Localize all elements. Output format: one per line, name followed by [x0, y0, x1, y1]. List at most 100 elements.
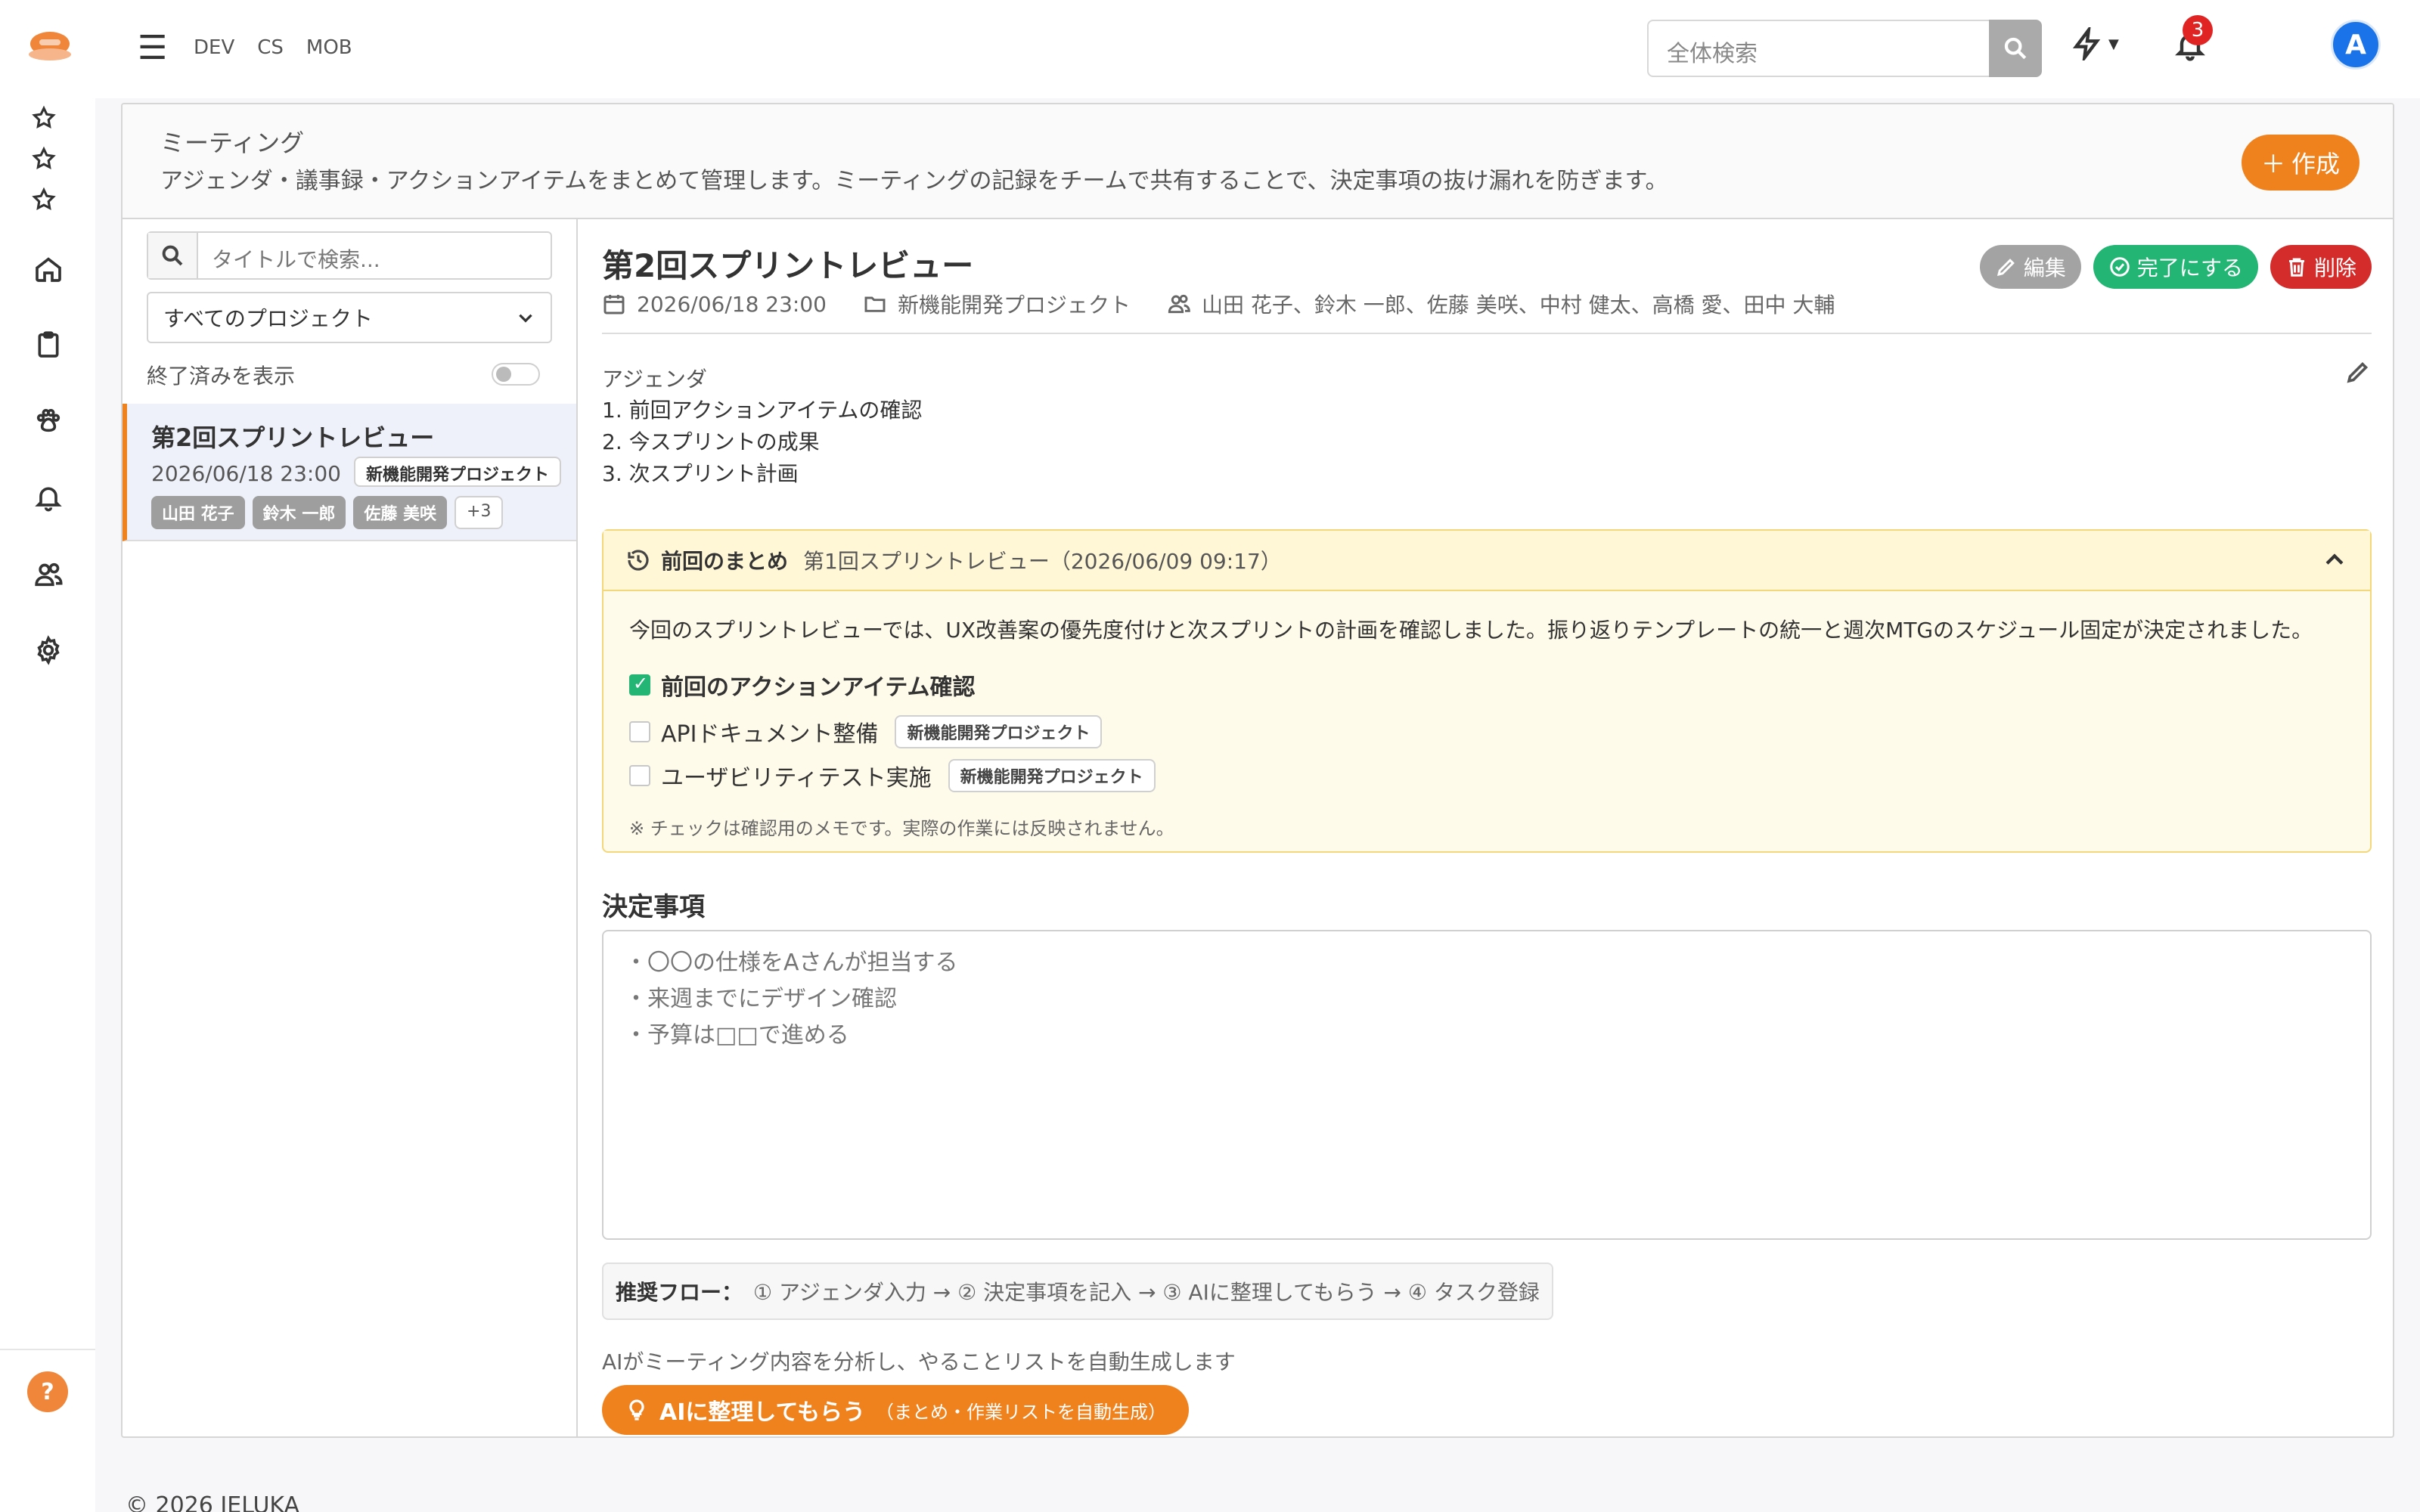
list-item-title: 第2回スプリントレビュー	[151, 423, 435, 452]
previous-summary-header[interactable]: 前回のまとめ 第1回スプリントレビュー（2026/06/09 09:17）	[603, 531, 2370, 591]
clipboard-icon[interactable]	[30, 327, 67, 363]
checkbox[interactable]	[629, 765, 650, 786]
home-icon[interactable]	[30, 251, 67, 287]
list-item-date: 2026/06/18 23:00	[151, 461, 341, 486]
participant-tag: 山田 花子	[151, 496, 245, 529]
decisions-textarea[interactable]: ・〇〇の仕様をAさんが担当する ・来週までにデザイン確認 ・予算は□□で進める	[602, 930, 2372, 1240]
global-search-input[interactable]: 全体検索	[1647, 20, 1990, 77]
list-search-input[interactable]: タイトルで検索...	[198, 233, 394, 278]
paw-icon[interactable]	[30, 402, 67, 438]
checklist-item-label: ユーザビリティテスト実施	[661, 765, 932, 792]
agenda-list: 1. 前回アクションアイテムの確認 2. 今スプリントの成果 3. 次スプリント…	[602, 395, 922, 490]
rail-divider	[0, 1349, 95, 1350]
list-item[interactable]: 第2回スプリントレビュー 2026/06/18 23:00 新機能開発プロジェク…	[123, 404, 576, 541]
checklist-item-label: APIドキュメント整備	[661, 721, 879, 748]
agenda-label: アジェンダ	[602, 367, 707, 392]
bell-icon[interactable]	[30, 479, 67, 516]
pencil-icon	[2347, 361, 2369, 383]
page-description: アジェンダ・議事録・アクションアイテムをまとめて管理します。ミーティングの記録を…	[160, 168, 1668, 194]
list-search[interactable]: タイトルで検索...	[147, 231, 552, 280]
trash-icon	[2288, 258, 2304, 277]
help-button[interactable]: ?	[27, 1371, 68, 1412]
participant-tag: 佐藤 美咲	[353, 496, 448, 529]
project-filter-value: すべてのプロジェクト	[163, 306, 373, 331]
meeting-participants: 山田 花子、鈴木 一郎、佐藤 美咲、中村 健太、高橋 愛、田中 大輔	[1202, 293, 1835, 318]
divider	[602, 333, 2372, 334]
edit-button[interactable]: 編集	[1979, 245, 2081, 289]
env-links: DEV CS MOB	[194, 36, 352, 59]
meeting-project: 新機能開発プロジェクト	[897, 293, 1131, 318]
checklist-item-label: 前回のアクションアイテム確認	[661, 674, 976, 701]
flow-steps: ① アジェンダ入力 → ② 決定事項を記入 → ③ AIに整理してもらう → ④…	[753, 1280, 1540, 1305]
meeting-date: 2026/06/18 23:00	[637, 291, 827, 317]
complete-button-label: 完了にする	[2136, 256, 2243, 280]
checklist-item: APIドキュメント整備 新機能開発プロジェクト	[629, 715, 1103, 748]
calendar-icon	[603, 295, 625, 314]
search-button[interactable]	[1989, 20, 2042, 77]
list-item-participants: 山田 花子 鈴木 一郎 佐藤 美咲 +3	[151, 496, 504, 529]
meeting-actions: 編集 完了にする 削除	[1979, 245, 2372, 289]
env-link-mob[interactable]: MOB	[306, 36, 352, 59]
gear-icon[interactable]	[30, 632, 67, 668]
participant-tag: 鈴木 一郎	[252, 496, 346, 529]
checkbox[interactable]	[629, 721, 650, 742]
env-link-cs[interactable]: CS	[257, 36, 284, 59]
checklist-note: ※ チェックは確認用のメモです。実際の作業には反映されません。	[629, 818, 1174, 839]
page-title: ミーティング	[160, 129, 305, 157]
ai-button-sub: （まとめ・作業リストを自動生成）	[875, 1401, 1166, 1423]
users-icon[interactable]	[30, 556, 67, 593]
checklist-project-badge: 新機能開発プロジェクト	[948, 759, 1156, 792]
decisions-placeholder-line: ・予算は□□で進める	[625, 1022, 849, 1049]
search-icon	[2004, 37, 2027, 60]
create-button-label: 作成	[2291, 150, 2341, 178]
menu-icon[interactable]: ☰	[138, 29, 167, 67]
previous-summary-text: 今回のスプリントレビューでは、UX改善案の優先度付けと次スプリントの計画を確認し…	[629, 618, 2313, 643]
agenda-item: 3. 次スプリント計画	[602, 461, 799, 486]
checkbox-checked[interactable]	[629, 673, 650, 696]
notification-badge: 3	[2183, 15, 2213, 45]
history-icon	[628, 550, 649, 571]
chevron-down-icon	[519, 314, 532, 323]
meeting-list-panel: タイトルで検索... すべてのプロジェクト 終了済みを表示 第2回スプリントレビ…	[123, 219, 578, 1436]
delete-button-label: 削除	[2313, 256, 2356, 280]
favorite-star-icon[interactable]	[26, 141, 62, 177]
agenda-edit-button[interactable]	[2344, 358, 2372, 391]
ai-description: AIがミーティング内容を分析し、やることリストを自動生成します	[602, 1349, 1236, 1374]
lightbulb-icon	[629, 1399, 644, 1421]
chevron-up-icon[interactable]	[2322, 547, 2347, 578]
favorite-star-icon[interactable]	[26, 181, 62, 218]
meeting-card: ミーティング アジェンダ・議事録・アクションアイテムをまとめて管理します。ミーテ…	[121, 103, 2394, 1438]
participant-more-tag: +3	[455, 496, 504, 529]
favorite-star-icon[interactable]	[26, 100, 62, 136]
footer-copyright: © 2026 IELUKA	[126, 1492, 300, 1512]
project-filter-select[interactable]: すべてのプロジェクト	[147, 292, 552, 343]
edit-button-label: 編集	[2023, 256, 2066, 280]
lightning-icon	[2072, 27, 2101, 60]
env-link-dev[interactable]: DEV	[194, 36, 234, 59]
show-done-label: 終了済みを表示	[147, 364, 296, 389]
page-header: ミーティング アジェンダ・議事録・アクションアイテムをまとめて管理します。ミーテ…	[123, 104, 2393, 219]
side-rail: ?	[0, 0, 95, 1512]
show-done-toggle[interactable]	[492, 363, 540, 386]
checklist-item: ユーザビリティテスト実施 新機能開発プロジェクト	[629, 759, 1156, 792]
checklist-project-badge: 新機能開発プロジェクト	[895, 715, 1103, 748]
check-circle-icon	[2109, 257, 2130, 277]
plus-icon: ＋	[2260, 150, 2285, 178]
ai-button-label: AIに整理してもらう	[659, 1399, 865, 1426]
quick-actions-button[interactable]: ▼	[2071, 27, 2119, 60]
pencil-icon	[1996, 259, 2015, 277]
previous-summary-label: 前回のまとめ	[661, 549, 789, 574]
app-logo[interactable]	[27, 29, 73, 65]
decisions-label: 決定事項	[602, 892, 705, 922]
meeting-detail: 第2回スプリントレビュー 2026/06/18 23:00 新機能開発プロジェク…	[578, 219, 2393, 1436]
recommended-flow: 推奨フロー： ① アジェンダ入力 → ② 決定事項を記入 → ③ AIに整理して…	[602, 1263, 1553, 1320]
decisions-placeholder-line: ・来週までにデザイン確認	[625, 986, 897, 1012]
previous-summary-panel: 前回のまとめ 第1回スプリントレビュー（2026/06/09 09:17） 今回…	[602, 529, 2372, 853]
create-button[interactable]: ＋ 作成	[2242, 135, 2360, 191]
flow-label: 推奨フロー：	[616, 1280, 743, 1305]
delete-button[interactable]: 削除	[2270, 245, 2372, 289]
ai-organize-button[interactable]: AIに整理してもらう （まとめ・作業リストを自動生成）	[602, 1385, 1189, 1435]
chevron-down-icon: ▼	[2108, 36, 2119, 52]
avatar[interactable]: A	[2331, 20, 2381, 70]
complete-button[interactable]: 完了にする	[2093, 245, 2258, 289]
